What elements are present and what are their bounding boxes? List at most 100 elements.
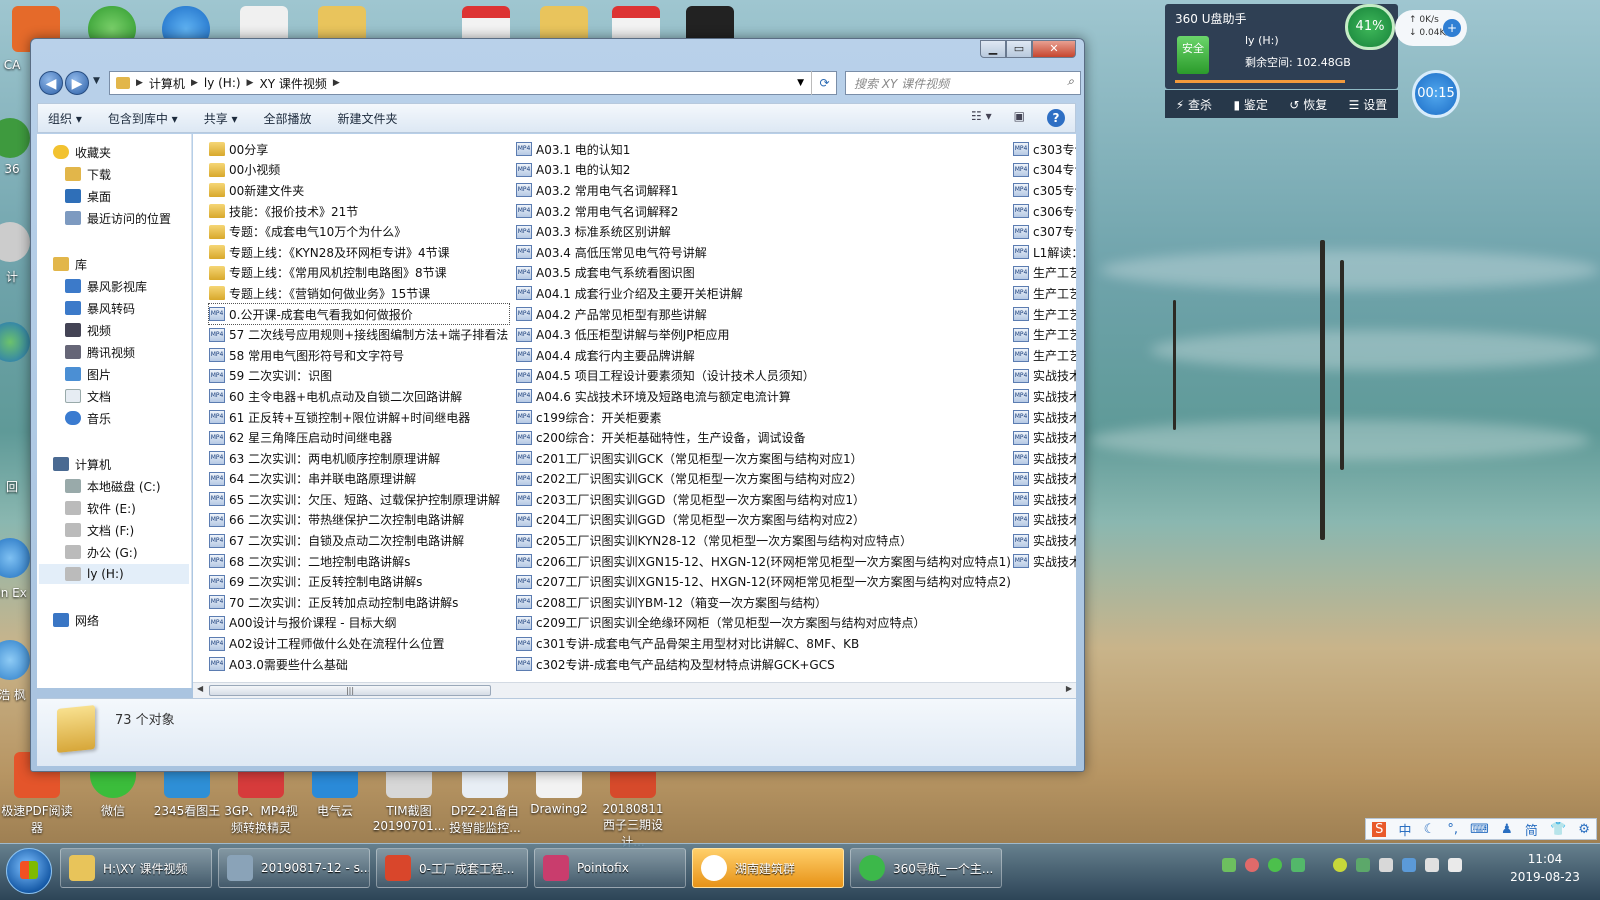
video-file-item[interactable]: MP4 A04.3 低压柜型讲解与举例JP柜应用 — [516, 324, 1006, 345]
video-file-item[interactable]: MP4 A03.1 电的认知2 — [516, 160, 1006, 181]
nav-baofeng-transcode[interactable]: 暴风转码 — [65, 298, 135, 318]
horizontal-scrollbar[interactable]: ◀ ||| ▶ — [193, 682, 1076, 698]
video-file-item[interactable]: MP4 c202工厂识图实训GCK（常见柜型一次方案图与结构对应2） — [516, 469, 1006, 490]
video-file-item[interactable]: MP4 65 二次实训：欠压、短路、过载保护控制原理讲解 — [209, 489, 509, 510]
speaker-tray-icon[interactable] — [1379, 858, 1393, 872]
folder-item[interactable]: 00新建文件夹 — [209, 180, 509, 201]
360-tray-icon[interactable] — [1333, 858, 1347, 872]
scroll-left-icon[interactable]: ◀ — [197, 684, 203, 693]
scroll-right-icon[interactable]: ▶ — [1066, 684, 1072, 693]
clock[interactable]: 11:04 2019-08-23 — [1500, 850, 1590, 886]
video-file-item[interactable]: MP4 生产工艺 — [1013, 324, 1076, 345]
folder-item[interactable]: 00分享 — [209, 139, 509, 160]
video-file-item[interactable]: MP4 生产工艺 — [1013, 263, 1076, 284]
wechat-tray-icon[interactable] — [1268, 858, 1282, 872]
video-file-item[interactable]: MP4 实战技术 — [1013, 386, 1076, 407]
video-file-item[interactable]: MP4 A04.6 实战技术环境及短路电流与额定电流计算 — [516, 386, 1006, 407]
video-file-item[interactable]: MP4 c303专讲 — [1013, 139, 1076, 160]
video-file-item[interactable]: MP4 生产工艺 — [1013, 345, 1076, 366]
moon-icon[interactable]: ☾ — [1424, 822, 1436, 837]
back-button[interactable]: ◀ — [39, 71, 63, 95]
task-pointofix[interactable]: Pointofix — [534, 848, 686, 888]
app-icon[interactable] — [0, 640, 30, 680]
video-file-item[interactable]: MP4 63 二次实训：两电机顺序控制原理讲解 — [209, 448, 509, 469]
nav-downloads[interactable]: 下载 — [65, 164, 111, 184]
video-file-item[interactable]: MP4 A03.4 高低压常见电气符号讲解 — [516, 242, 1006, 263]
search-input[interactable]: 搜索 XY 课件视频 ⌕ — [845, 71, 1081, 95]
video-file-item[interactable]: MP4 64 二次实训：串并联电路原理讲解 — [209, 469, 509, 490]
nav-network[interactable]: 网络 — [53, 610, 99, 630]
video-file-item[interactable]: MP4 实战技术 — [1013, 551, 1076, 572]
video-file-item[interactable]: MP4 A03.1 电的认知1 — [516, 139, 1006, 160]
video-file-item[interactable]: MP4 c200综合：开关柜基础特性，生产设备，调试设备 — [516, 427, 1006, 448]
identify-button[interactable]: ▮ 鉴定 — [1233, 96, 1267, 113]
breadcrumb-drive-h[interactable]: ly (H:) — [198, 76, 247, 90]
video-file-item[interactable]: MP4 60 主令电器+电机点动及自锁二次回路讲解 — [209, 386, 509, 407]
task-360-browser[interactable]: 360导航_一个主... — [850, 848, 1002, 888]
user-icon[interactable]: ♟ — [1501, 822, 1513, 837]
video-file-item[interactable]: MP4 69 二次实训：正反转控制电路讲解s — [209, 571, 509, 592]
ie-icon[interactable] — [0, 538, 30, 578]
share-menu[interactable]: 共享 ▾ — [204, 110, 238, 127]
folder-item[interactable]: 专题上线：《营销如何做业务》15节课 — [209, 283, 509, 304]
play-all-button[interactable]: 全部播放 — [264, 110, 312, 127]
include-in-library-menu[interactable]: 包含到库中 ▾ — [108, 110, 178, 127]
video-file-item[interactable]: MP4 实战技术 — [1013, 407, 1076, 428]
video-file-item[interactable]: MP4 c306专讲 — [1013, 201, 1076, 222]
app-tray-icon[interactable] — [1245, 858, 1259, 872]
video-file-item[interactable]: MP4 c206工厂识图实训XGN15-12、HXGN-12(环网柜常见柜型一次方… — [516, 551, 1011, 572]
nav-drive-h[interactable]: ly (H:) — [39, 564, 189, 584]
punctuation-icon[interactable]: °, — [1447, 822, 1458, 837]
nav-drive-c[interactable]: 本地磁盘 (C:) — [65, 476, 161, 496]
shield-icon[interactable] — [1291, 858, 1305, 872]
video-file-item[interactable]: MP4 c208工厂识图实训YBM-12（箱变一次方案图与结构） — [516, 592, 1006, 613]
video-file-item[interactable]: MP4 c204工厂识图实训GGD（常见柜型一次方案图与结构对应2） — [516, 510, 1006, 531]
scan-button[interactable]: ⚡ 查杀 — [1176, 96, 1212, 113]
volume-icon[interactable] — [1448, 858, 1462, 872]
organize-menu[interactable]: 组织 ▾ — [48, 110, 82, 127]
network-tray-icon[interactable] — [1402, 858, 1416, 872]
maximize-button[interactable]: ▭ — [1006, 40, 1032, 58]
network-icon[interactable] — [0, 322, 30, 362]
video-file-item[interactable]: MP4 c301专讲-成套电气产品骨架主用型材对比讲解C、8MF、KB — [516, 633, 1006, 654]
add-icon[interactable]: + — [1443, 19, 1461, 37]
address-bar[interactable]: ▶ 计算机 ▶ ly (H:) ▶ XY 课件视频 ▶ ▼ — [109, 71, 837, 95]
keyboard-icon[interactable]: ⌨ — [1470, 822, 1489, 837]
computer-icon[interactable] — [0, 222, 30, 262]
video-file-item[interactable]: MP4 59 二次实训：识图 — [209, 366, 509, 387]
ime-simplified[interactable]: 简 — [1525, 820, 1538, 839]
app-icon[interactable] — [0, 118, 30, 158]
nav-computer[interactable]: 计算机 — [53, 454, 111, 474]
video-file-item[interactable]: MP4 实战技术 — [1013, 469, 1076, 490]
video-file-item[interactable]: MP4 68 二次实训：二地控制电路讲解s — [209, 551, 509, 572]
help-icon[interactable]: ? — [1047, 109, 1065, 127]
video-file-item[interactable]: MP4 A03.0需要些什么基础 — [209, 654, 509, 675]
video-file-item[interactable]: MP4 A04.4 成套行内主要品牌讲解 — [516, 345, 1006, 366]
video-file-item[interactable]: MP4 实战技术 — [1013, 510, 1076, 531]
task-explorer[interactable]: H:\XY 课件视频 — [60, 848, 212, 888]
breadcrumb-current-folder[interactable]: XY 课件视频 — [253, 75, 332, 92]
video-file-item[interactable]: MP4 62 星三角降压启动时间继电器 — [209, 427, 509, 448]
video-file-item[interactable]: MP4 c201工厂识图实训GCK（常见柜型一次方案图与结构对应1） — [516, 448, 1006, 469]
video-file-item[interactable]: MP4 实战技术 — [1013, 366, 1076, 387]
video-file-item[interactable]: MP4 c307专讲 — [1013, 221, 1076, 242]
security-tray-icon[interactable] — [1356, 858, 1370, 872]
video-file-item[interactable]: MP4 A04.1 成套行业介绍及主要开关柜讲解 — [516, 283, 1006, 304]
video-file-item[interactable]: MP4 实战技术 — [1013, 427, 1076, 448]
video-file-item[interactable]: MP4 A03.3 标准系统区别讲解 — [516, 221, 1006, 242]
video-file-item[interactable]: MP4 A04.2 产品常见柜型有那些讲解 — [516, 304, 1006, 325]
history-dropdown-icon[interactable]: ▼ — [93, 76, 100, 86]
ime-logo-icon[interactable]: S — [1372, 821, 1387, 837]
folder-item[interactable]: 专题：《成套电气10万个为什么》 — [209, 221, 509, 242]
video-file-item[interactable]: MP4 实战技术 — [1013, 530, 1076, 551]
nav-documents[interactable]: 文档 — [65, 386, 111, 406]
new-folder-button[interactable]: 新建文件夹 — [338, 110, 398, 127]
video-file-item[interactable]: MP4 c302专讲-成套电气产品结构及型材特点讲解GCK+GCS — [516, 654, 1006, 675]
preview-pane-icon[interactable]: ▣ — [1014, 109, 1025, 127]
folder-item[interactable]: 专题上线：《KYN28及环网柜专讲》4节课 — [209, 242, 509, 263]
ime-mode-chinese[interactable]: 中 — [1398, 820, 1411, 839]
timer-widget[interactable]: 00:15 — [1412, 70, 1460, 118]
nav-favorites[interactable]: 收藏夹 — [53, 142, 111, 162]
video-file-item[interactable]: MP4 c305专讲 — [1013, 180, 1076, 201]
video-file-item[interactable]: MP4 0.公开课-成套电气看我如何做报价 — [208, 302, 510, 326]
